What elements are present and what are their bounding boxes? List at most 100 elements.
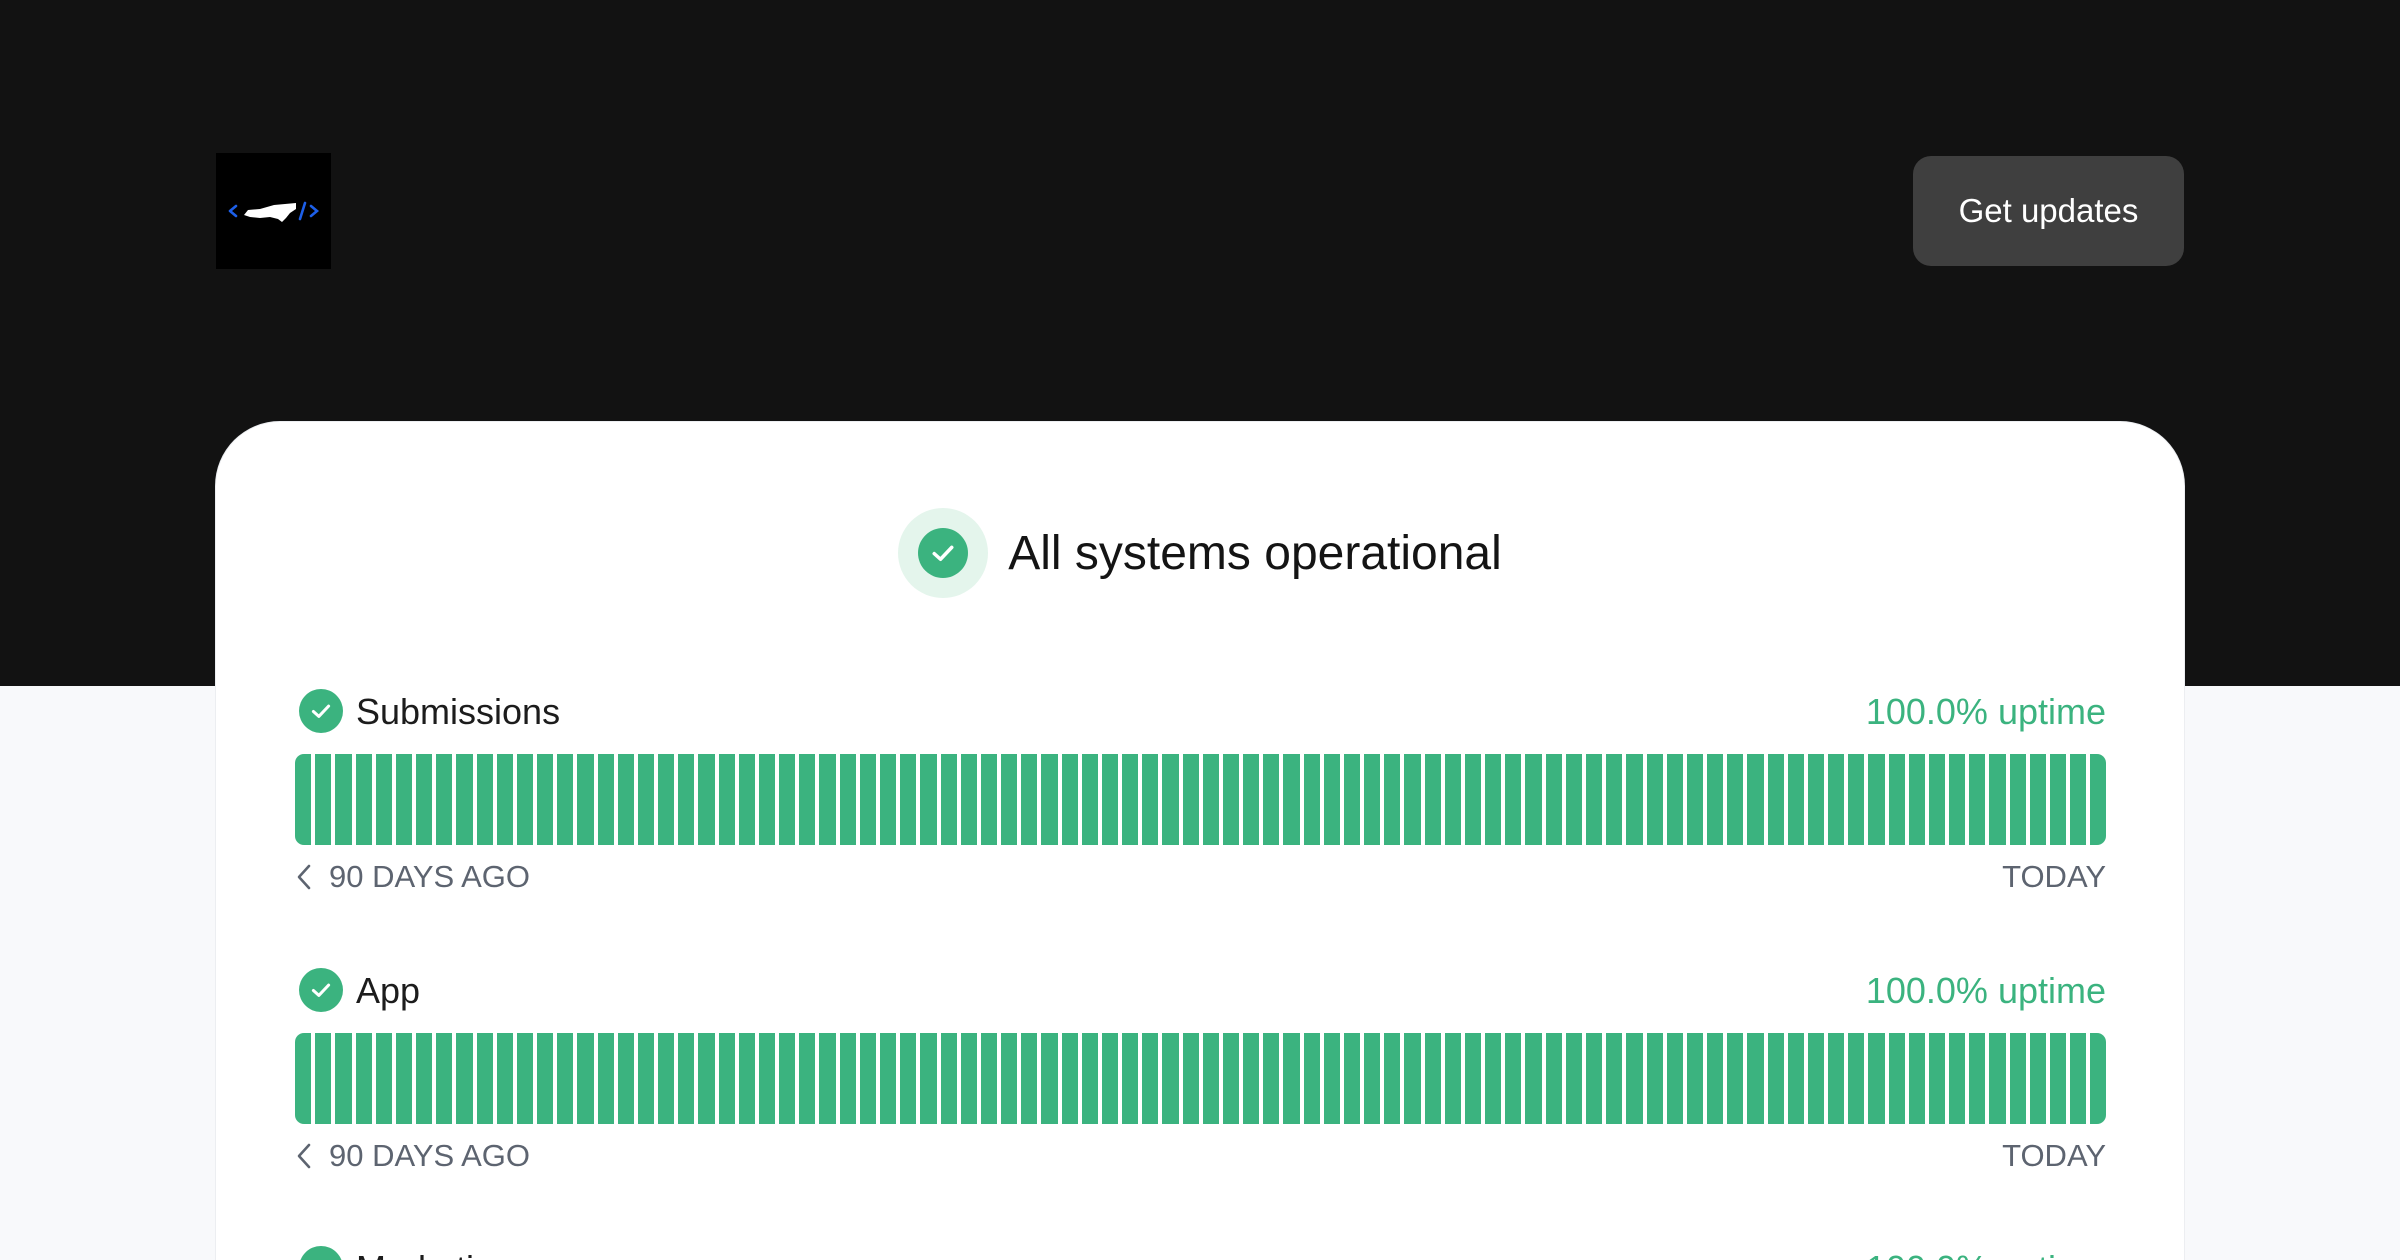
uptime-day-bar[interactable] <box>779 754 796 845</box>
uptime-day-bar[interactable] <box>456 1033 473 1124</box>
uptime-day-bar[interactable] <box>960 754 977 845</box>
site-logo[interactable] <box>216 153 331 269</box>
uptime-day-bar[interactable] <box>1101 754 1119 845</box>
uptime-day-bar[interactable] <box>658 1033 675 1124</box>
uptime-day-bar[interactable] <box>1303 754 1320 845</box>
uptime-day-bar[interactable] <box>1989 754 2006 845</box>
chevron-left-icon[interactable] <box>295 863 313 891</box>
uptime-day-bar[interactable] <box>476 754 493 845</box>
uptime-day-bar[interactable] <box>1343 754 1361 845</box>
uptime-day-bar[interactable] <box>799 754 816 845</box>
uptime-day-bar[interactable] <box>2049 754 2067 845</box>
uptime-day-bar[interactable] <box>1525 1033 1542 1124</box>
uptime-day-bar[interactable] <box>940 754 957 845</box>
uptime-day-bar[interactable] <box>1323 754 1340 845</box>
uptime-day-bar[interactable] <box>1727 754 1744 845</box>
uptime-day-bar[interactable] <box>1969 1033 1986 1124</box>
uptime-day-bar[interactable] <box>1041 1033 1058 1124</box>
uptime-day-bar[interactable] <box>1404 1033 1421 1124</box>
uptime-day-bar[interactable] <box>1787 754 1804 845</box>
uptime-day-bar[interactable] <box>698 754 715 845</box>
uptime-day-bar[interactable] <box>516 754 534 845</box>
uptime-day-bar[interactable] <box>2029 754 2046 845</box>
uptime-day-bar[interactable] <box>1868 1033 1885 1124</box>
uptime-day-bar[interactable] <box>1283 754 1300 845</box>
uptime-day-bar[interactable] <box>1162 1033 1179 1124</box>
uptime-day-bar[interactable] <box>2090 1033 2106 1124</box>
uptime-day-bar[interactable] <box>2049 1033 2067 1124</box>
uptime-day-bar[interactable] <box>758 1033 776 1124</box>
uptime-day-bar[interactable] <box>678 754 695 845</box>
uptime-day-bar[interactable] <box>1444 754 1461 845</box>
uptime-day-bar[interactable] <box>1989 1033 2006 1124</box>
uptime-day-bar[interactable] <box>738 1033 755 1124</box>
uptime-day-bar[interactable] <box>1021 1033 1038 1124</box>
uptime-day-bar[interactable] <box>1747 1033 1764 1124</box>
uptime-day-bar[interactable] <box>1142 754 1159 845</box>
uptime-day-bar[interactable] <box>1464 1033 1482 1124</box>
uptime-day-bar[interactable] <box>1081 1033 1098 1124</box>
uptime-day-bar[interactable] <box>516 1033 534 1124</box>
uptime-day-bar[interactable] <box>1747 754 1764 845</box>
uptime-day-bar[interactable] <box>295 754 312 845</box>
uptime-day-bar[interactable] <box>900 754 917 845</box>
uptime-day-bar[interactable] <box>1908 754 1925 845</box>
uptime-day-bar[interactable] <box>1646 1033 1663 1124</box>
uptime-day-bar[interactable] <box>1565 754 1582 845</box>
uptime-day-bar[interactable] <box>980 754 998 845</box>
uptime-day-bar[interactable] <box>960 1033 977 1124</box>
uptime-day-bar[interactable] <box>1606 1033 1623 1124</box>
uptime-day-bar[interactable] <box>1404 754 1421 845</box>
uptime-day-bar[interactable] <box>839 1033 856 1124</box>
uptime-day-bar[interactable] <box>1908 1033 1925 1124</box>
chevron-left-icon[interactable] <box>295 1142 313 1170</box>
uptime-day-bar[interactable] <box>1666 754 1683 845</box>
uptime-day-bar[interactable] <box>718 754 735 845</box>
uptime-day-bar[interactable] <box>315 754 332 845</box>
uptime-day-bar[interactable] <box>1646 754 1663 845</box>
uptime-day-bar[interactable] <box>779 1033 796 1124</box>
uptime-day-bar[interactable] <box>355 1033 372 1124</box>
get-updates-button[interactable]: Get updates <box>1913 156 2184 266</box>
uptime-day-bar[interactable] <box>315 1033 332 1124</box>
uptime-day-bar[interactable] <box>1848 754 1865 845</box>
uptime-day-bar[interactable] <box>1949 1033 1966 1124</box>
uptime-day-bar[interactable] <box>537 1033 554 1124</box>
uptime-day-bar[interactable] <box>1686 1033 1704 1124</box>
uptime-day-bar[interactable] <box>617 754 634 845</box>
uptime-day-bar[interactable] <box>1807 754 1825 845</box>
uptime-day-bar[interactable] <box>436 754 453 845</box>
uptime-day-bar[interactable] <box>1565 1033 1582 1124</box>
uptime-day-bar[interactable] <box>1323 1033 1340 1124</box>
uptime-day-bar[interactable] <box>1001 754 1018 845</box>
uptime-day-bar[interactable] <box>900 1033 917 1124</box>
uptime-day-bar[interactable] <box>1505 1033 1522 1124</box>
uptime-day-bar[interactable] <box>597 754 614 845</box>
uptime-day-bar[interactable] <box>1384 754 1401 845</box>
uptime-day-bar[interactable] <box>1061 1033 1078 1124</box>
uptime-day-bar[interactable] <box>1182 1033 1199 1124</box>
uptime-day-bar[interactable] <box>1303 1033 1320 1124</box>
uptime-day-bar[interactable] <box>1263 754 1280 845</box>
uptime-day-bar[interactable] <box>1949 754 1966 845</box>
uptime-day-bar[interactable] <box>819 754 836 845</box>
uptime-day-bar[interactable] <box>456 754 473 845</box>
uptime-day-bar[interactable] <box>1888 754 1905 845</box>
uptime-day-bar[interactable] <box>1767 754 1784 845</box>
uptime-day-bar[interactable] <box>1928 754 1946 845</box>
uptime-day-bar[interactable] <box>476 1033 493 1124</box>
uptime-day-bar[interactable] <box>1283 1033 1300 1124</box>
uptime-day-bar[interactable] <box>1222 754 1240 845</box>
uptime-day-bar[interactable] <box>879 1033 897 1124</box>
uptime-day-bar[interactable] <box>1021 754 1038 845</box>
uptime-day-bar[interactable] <box>940 1033 957 1124</box>
uptime-day-bar[interactable] <box>395 754 413 845</box>
uptime-day-bar[interactable] <box>1263 1033 1280 1124</box>
uptime-day-bar[interactable] <box>1222 1033 1240 1124</box>
uptime-day-bar[interactable] <box>1424 754 1441 845</box>
uptime-day-bar[interactable] <box>1707 754 1724 845</box>
uptime-day-bar[interactable] <box>557 1033 574 1124</box>
uptime-day-bar[interactable] <box>1787 1033 1804 1124</box>
uptime-day-bar[interactable] <box>1525 754 1542 845</box>
uptime-day-bar[interactable] <box>416 754 433 845</box>
